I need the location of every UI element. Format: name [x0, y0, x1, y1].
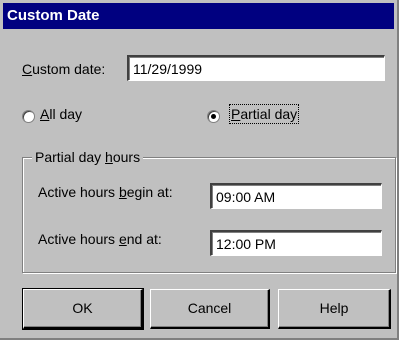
all-day-label-text: ll day — [49, 106, 83, 122]
all-day-label-accel: A — [40, 106, 50, 122]
custom-date-dialog: Custom Date Custom date: 11/29/1999 All … — [0, 0, 399, 340]
help-button[interactable]: Help — [278, 289, 391, 329]
cancel-button[interactable]: Cancel — [150, 289, 270, 329]
end-time-input[interactable]: 12:00 PM — [210, 230, 382, 256]
end-label-accel: e — [118, 231, 127, 247]
ok-button[interactable]: OK — [22, 288, 144, 330]
partial-day-label-text: artial day — [240, 106, 298, 122]
partial-day-radio[interactable] — [207, 110, 220, 123]
custom-date-label: Custom date: — [22, 61, 105, 77]
all-day-radio[interactable] — [22, 110, 35, 123]
end-label-post: nd at: — [126, 231, 162, 247]
dialog-title: Custom Date — [3, 3, 394, 29]
begin-label-post: egin at: — [126, 184, 173, 200]
partial-day-label-accel: P — [231, 106, 241, 122]
begin-at-label: Active hours begin at: — [38, 184, 173, 200]
begin-label-pre: Active hours — [38, 184, 119, 200]
end-label-pre: Active hours — [38, 231, 119, 247]
partial-day-radio-dot — [211, 114, 216, 119]
end-at-label: Active hours end at: — [38, 231, 162, 247]
group-title-accel: h — [105, 149, 113, 165]
partial-day-label[interactable]: Partial day — [228, 104, 300, 124]
custom-date-input[interactable]: 11/29/1999 — [127, 55, 385, 81]
group-title-pre: Partial day — [35, 149, 106, 165]
begin-time-input[interactable]: 09:00 AM — [210, 183, 382, 209]
custom-date-label-text: ustom date: — [32, 61, 106, 77]
custom-date-label-accel: C — [22, 61, 33, 77]
group-title-post: ours — [112, 149, 141, 165]
begin-label-accel: b — [118, 184, 127, 200]
all-day-label[interactable]: All day — [40, 106, 82, 122]
partial-hours-group-title: Partial day hours — [32, 148, 144, 166]
